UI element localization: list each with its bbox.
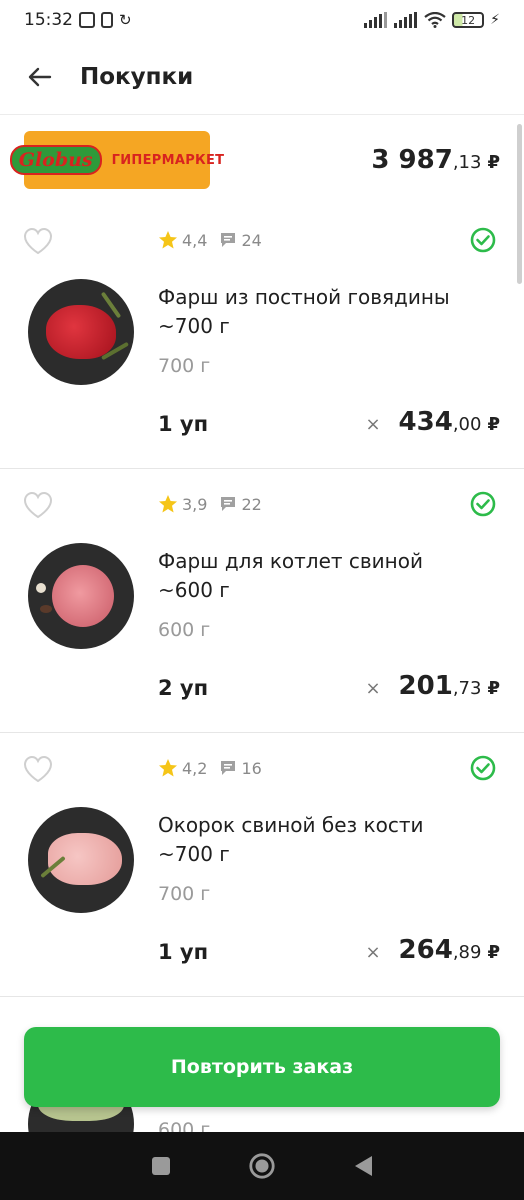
signal-icon: [364, 12, 388, 28]
times-sign: ×: [365, 678, 381, 699]
charging-icon: ⚡: [490, 12, 500, 28]
price-int: 201: [398, 671, 453, 701]
price-currency: ₽: [487, 678, 500, 699]
store-logo-brand: Globus: [9, 145, 102, 175]
order-total: 3 987 ,13 ₽: [371, 145, 500, 175]
product-weight: 700 г: [158, 355, 211, 377]
heart-icon[interactable]: [23, 227, 53, 255]
product-price: × 201 ,73 ₽: [365, 671, 500, 701]
status-time: 15:32: [24, 10, 73, 30]
product-quantity: 1 уп: [158, 940, 209, 964]
nav-home-icon: [249, 1153, 275, 1179]
nav-back-button[interactable]: [349, 1152, 377, 1180]
star-icon: [159, 495, 177, 513]
product-quantity: 1 уп: [158, 412, 209, 436]
system-nav-bar: [0, 1132, 524, 1200]
back-button[interactable]: [26, 63, 54, 91]
heart-icon[interactable]: [23, 755, 53, 783]
check-circle-icon[interactable]: [470, 755, 496, 781]
nfc-icon: [79, 12, 95, 28]
comment-icon: [221, 761, 236, 775]
review-count: 16: [241, 758, 262, 778]
status-bar: 15:32 ↻ 12 ⚡: [0, 0, 524, 40]
rating: 4,4 24: [158, 230, 262, 250]
star-icon: [159, 231, 177, 249]
product-name[interactable]: Фарш для котлет свиной ~600 г: [158, 547, 468, 605]
order-total-int: 3 987: [371, 145, 453, 175]
nav-recents-icon: [151, 1157, 170, 1175]
price-dec: ,89: [452, 942, 482, 963]
list-item[interactable]: 3,9 22 Фарш для котлет свиной ~600 г 600…: [0, 469, 524, 733]
product-weight: 600 г: [158, 619, 211, 641]
heart-icon[interactable]: [23, 491, 53, 519]
rating-value: 3,9: [182, 494, 208, 514]
rating: 3,9 22: [158, 494, 262, 514]
price-currency: ₽: [487, 414, 500, 435]
sync-icon: ↻: [119, 11, 132, 29]
comment-icon: [221, 497, 236, 511]
order-total-currency: ₽: [487, 152, 500, 173]
back-arrow-icon: [28, 67, 52, 87]
repeat-order-button[interactable]: Повторить заказ: [24, 1027, 500, 1107]
store-row: Globus ГИПЕРМАРКЕТ 3 987 ,13 ₽: [0, 115, 524, 205]
product-weight: 700 г: [158, 883, 211, 905]
check-circle-icon[interactable]: [470, 227, 496, 253]
product-name[interactable]: Окорок свиной без кости ~700 г: [158, 811, 468, 869]
product-quantity: 2 уп: [158, 676, 209, 700]
price-int: 264: [398, 935, 453, 965]
product-image[interactable]: [28, 807, 134, 913]
review-count: 24: [241, 230, 262, 250]
star-icon: [159, 759, 177, 777]
product-weight: 600 г: [158, 1119, 211, 1132]
rating-value: 4,4: [182, 230, 208, 250]
rating: 4,2 16: [158, 758, 262, 778]
purchase-list[interactable]: Globus ГИПЕРМАРКЕТ 3 987 ,13 ₽ 4,4 24 Фа…: [0, 114, 524, 1132]
scrollbar[interactable]: [517, 124, 522, 284]
signal-icon-2: [394, 12, 418, 28]
clipboard-icon: [101, 12, 113, 28]
store-logo-type: ГИПЕРМАРКЕТ: [111, 152, 225, 168]
page-title: Покупки: [80, 64, 194, 90]
comment-icon: [221, 233, 236, 247]
nav-back-icon: [355, 1156, 373, 1176]
price-dec: ,73: [452, 678, 482, 699]
product-price: × 434 ,00 ₽: [365, 407, 500, 437]
wifi-icon: [424, 12, 446, 28]
list-item[interactable]: 4,4 24 Фарш из постной говядины ~700 г 7…: [0, 205, 524, 469]
store-logo: Globus ГИПЕРМАРКЕТ: [9, 131, 224, 189]
product-image[interactable]: [28, 279, 134, 385]
product-image[interactable]: [28, 543, 134, 649]
review-count: 22: [241, 494, 262, 514]
check-circle-icon[interactable]: [470, 491, 496, 517]
times-sign: ×: [365, 414, 381, 435]
product-name[interactable]: Фарш из постной говядины ~700 г: [158, 283, 468, 341]
list-item[interactable]: 4,2 16 Окорок свиной без кости ~700 г 70…: [0, 733, 524, 997]
app-header: Покупки: [0, 40, 524, 114]
product-price: × 264 ,89 ₽: [365, 935, 500, 965]
rating-value: 4,2: [182, 758, 208, 778]
price-dec: ,00: [452, 414, 482, 435]
nav-recents-button[interactable]: [147, 1152, 175, 1180]
battery-indicator: 12: [452, 12, 485, 28]
order-total-dec: ,13: [452, 152, 482, 173]
price-currency: ₽: [487, 942, 500, 963]
times-sign: ×: [365, 942, 381, 963]
nav-home-button[interactable]: [248, 1152, 276, 1180]
price-int: 434: [398, 407, 453, 437]
